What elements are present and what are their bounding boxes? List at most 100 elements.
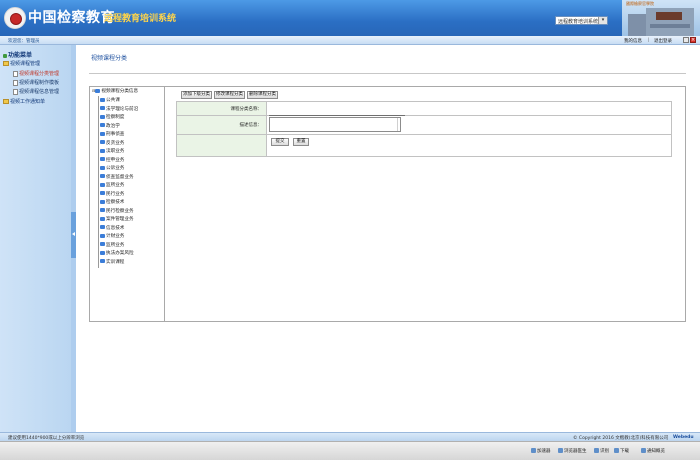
tree-node[interactable]: 检察技术 xyxy=(100,199,124,205)
taskbar-item-accelerator[interactable]: 加速器 xyxy=(531,448,551,454)
browser-status-bar: 加速器 浏览器医生 识别 下载 通知概览 xyxy=(0,441,700,460)
collapse-arrow-icon[interactable] xyxy=(72,232,75,236)
category-icon xyxy=(100,216,105,221)
system-select[interactable]: 远程教育培训系统 ▾ xyxy=(555,16,608,25)
tree-node[interactable]: 刑事侦查 xyxy=(100,131,124,137)
category-icon xyxy=(100,114,105,119)
document-icon xyxy=(13,70,18,77)
category-name-input[interactable] xyxy=(269,107,405,116)
tree-node[interactable]: 控申业务 xyxy=(100,157,124,163)
tree-node-label: 检察制度 xyxy=(106,115,125,120)
welcome-text: 欢迎您：管理员 xyxy=(8,39,40,44)
close-icon[interactable]: × xyxy=(690,37,696,43)
reset-button[interactable]: 重置 xyxy=(293,138,309,146)
notification-icon xyxy=(641,448,646,453)
folder-icon xyxy=(3,61,9,66)
category-icon xyxy=(100,140,105,144)
actions-label-cell xyxy=(177,135,267,156)
category-icon xyxy=(100,123,105,127)
textarea-scrollbar[interactable] xyxy=(397,118,402,131)
sidebar-item-course-template[interactable]: 视频课程制作模板 xyxy=(13,79,59,86)
browser-doctor-icon xyxy=(558,448,563,453)
tree-node[interactable]: 监所业务 xyxy=(100,182,124,188)
app-footer: 建议使用1440*900或以上分辨率浏览 © Copyright 2016 文楷… xyxy=(0,432,700,441)
tree-node[interactable]: 民行检察业务 xyxy=(100,208,134,214)
sidebar-root-label: 功能菜单 xyxy=(8,52,33,59)
tree-root-node[interactable]: ⊟ 视频课程分类信息 xyxy=(92,88,138,94)
site-title: 中国检察教育 xyxy=(28,10,115,26)
app-header: 中国检察教育 远程教育培训系统 远程教育培训系统 ▾ 國際檢察官學院 xyxy=(0,0,700,36)
tree-node[interactable]: 法学理论与前沿 xyxy=(100,106,138,112)
tree-node[interactable]: 渎职业务 xyxy=(100,148,124,154)
category-icon xyxy=(100,199,105,204)
category-icon xyxy=(100,233,105,238)
sidebar-item-label: 视频课程分类管理 xyxy=(19,71,60,77)
brand-logo: Webedu xyxy=(673,435,694,440)
tree-node[interactable]: 信息技术 xyxy=(100,225,124,231)
accelerator-icon xyxy=(531,448,536,453)
sidebar-group-work-notice[interactable]: 视频工作通知单 xyxy=(3,98,45,105)
sidebar-root[interactable]: 功能菜单 xyxy=(3,50,32,59)
category-icon xyxy=(100,106,105,110)
chevron-down-icon[interactable]: ▾ xyxy=(598,17,607,24)
tree-node[interactable]: 检察制度 xyxy=(100,114,124,120)
tree-node[interactable]: 公诉业务 xyxy=(100,165,124,171)
folder-icon xyxy=(3,99,9,104)
tree-node-label: 政治学 xyxy=(106,123,120,129)
tree-node[interactable]: 政治学 xyxy=(100,123,120,129)
submit-button[interactable]: 提交 xyxy=(271,138,289,146)
category-icon xyxy=(100,208,105,212)
name-label: 课程分类名称： xyxy=(230,107,263,112)
add-child-category-button[interactable]: 添加下级分类 xyxy=(181,91,212,99)
tree-node[interactable]: 监所业务 xyxy=(100,242,124,248)
tree-node-label: 民行业务 xyxy=(106,191,125,197)
sidebar-item-label: 视频课程制作模板 xyxy=(19,80,60,86)
personal-info-link[interactable]: 我的信息 xyxy=(624,38,642,44)
site-subtitle: 远程教育培训系统 xyxy=(104,14,177,24)
description-textarea[interactable] xyxy=(269,117,401,132)
delete-category-button[interactable]: 删除课程分类 xyxy=(247,91,278,99)
minimize-icon[interactable] xyxy=(683,37,689,43)
tree-node[interactable]: 公共课 xyxy=(100,97,120,103)
tree-node-label: 监所业务 xyxy=(106,242,125,248)
logout-link[interactable]: 退出登录 xyxy=(654,38,672,44)
taskbar-item-browser-doctor[interactable]: 浏览器医生 xyxy=(558,448,587,454)
tree-node[interactable]: 侦查监督业务 xyxy=(100,174,134,180)
tree-node-label: 检察技术 xyxy=(106,200,125,205)
header-banner-text: 國際檢察官學院 xyxy=(626,1,654,6)
category-icon xyxy=(100,165,105,170)
building-banner-image: 國際檢察官學院 xyxy=(622,0,700,36)
top-bar: 欢迎您：管理员 我的信息 | 退出登录 xyxy=(0,36,700,45)
tree-node-label: 案件管理业务 xyxy=(106,217,134,222)
sidebar-group-label: 视频工作通知单 xyxy=(10,99,46,105)
sidebar-item-category-management[interactable]: 视频课程分类管理 xyxy=(13,70,59,77)
edit-category-button[interactable]: 修改课程分类 xyxy=(214,91,245,99)
category-icon xyxy=(100,250,105,255)
tree-node[interactable]: 民行业务 xyxy=(100,191,124,197)
tree-node-label: 公共课 xyxy=(106,98,120,103)
tree-node-label: 民行检察业务 xyxy=(106,208,134,214)
taskbar-item-download[interactable]: 下载 xyxy=(614,448,629,454)
tree-node[interactable]: 计财业务 xyxy=(100,233,124,239)
tree-node-label: 控申业务 xyxy=(106,157,125,163)
category-icon xyxy=(100,242,105,246)
tree-node-label: 反贪业务 xyxy=(106,140,125,146)
tree-node[interactable]: 实训课程 xyxy=(100,259,124,265)
tree-node-label: 执法办案风险 xyxy=(106,251,134,256)
taskbar-item-notifications[interactable]: 通知概览 xyxy=(641,448,665,454)
category-tree-panel: ⊟ 视频课程分类信息 公共课法学理论与前沿检察制度政治学刑事侦查反贪业务渎职业务控… xyxy=(89,86,165,322)
tree-node-label: 侦查监督业务 xyxy=(106,174,134,180)
tree-node[interactable]: 执法办案风险 xyxy=(100,250,134,256)
sidebar-item-course-info[interactable]: 视频课程信息管理 xyxy=(13,88,59,95)
name-label-cell: 课程分类名称： xyxy=(177,102,267,116)
tree-node[interactable]: 案件管理业务 xyxy=(100,216,134,222)
tree-node-label: 公诉业务 xyxy=(106,166,125,171)
taskbar-item-recognize[interactable]: 识别 xyxy=(594,448,609,454)
category-icon xyxy=(100,225,105,229)
desc-label-cell: 描述信息： xyxy=(177,116,267,135)
topbar-separator: | xyxy=(648,38,650,43)
tree-node[interactable]: 反贪业务 xyxy=(100,140,124,146)
sidebar-group-label: 视频课程管理 xyxy=(10,61,41,67)
sidebar-group-video-course[interactable]: 视频课程管理 xyxy=(3,60,40,67)
tree-root-label: 视频课程分类信息 xyxy=(101,89,139,94)
